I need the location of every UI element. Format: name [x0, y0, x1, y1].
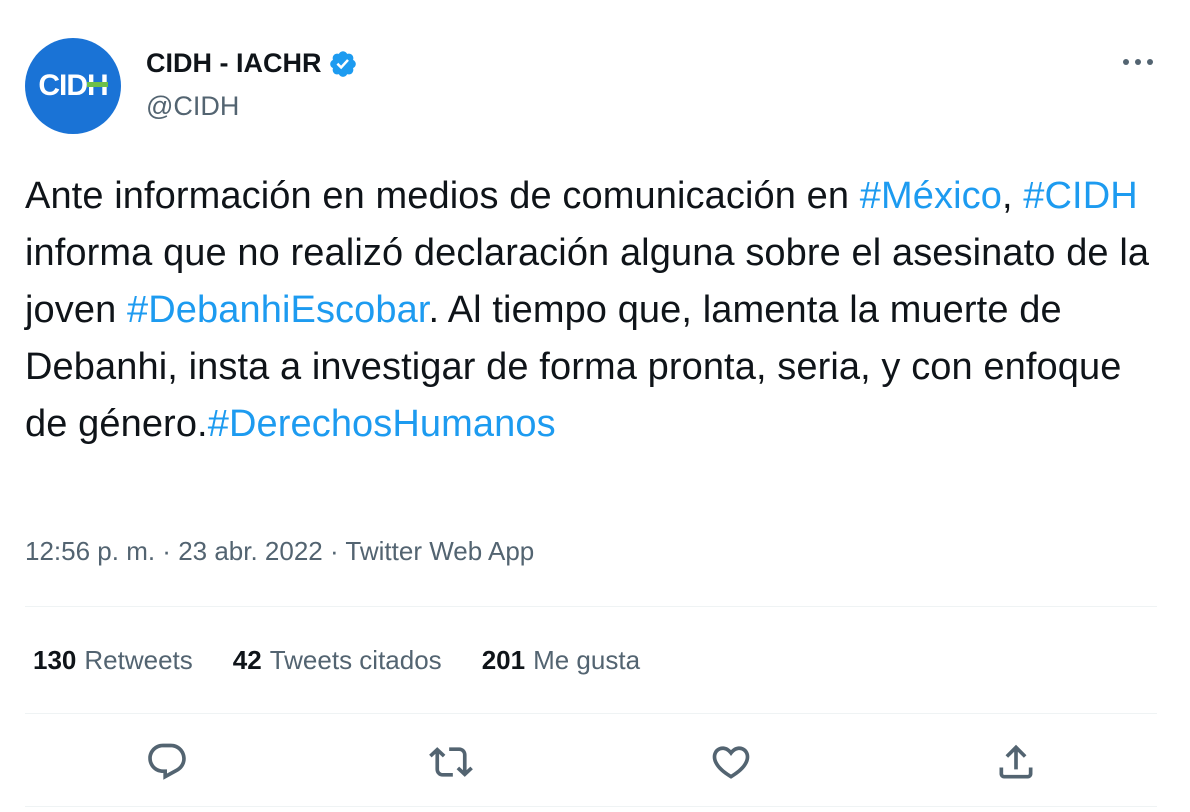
- hashtag-link[interactable]: #CIDH: [1023, 175, 1138, 217]
- retweets-count: 130: [33, 645, 77, 675]
- action-bar: [0, 740, 1190, 784]
- hashtag-link[interactable]: #México: [860, 175, 1002, 217]
- hashtag-link[interactable]: #DebanhiEscobar: [127, 289, 429, 331]
- quotes-count: 42: [232, 645, 262, 675]
- likes-label: Me gusta: [533, 645, 641, 675]
- more-dots-icon[interactable]: [1120, 50, 1156, 74]
- share-icon: [999, 744, 1033, 779]
- tweet-text-segment: Ante información en medios de comunicaci…: [25, 175, 860, 217]
- like-button[interactable]: [709, 740, 753, 784]
- heart-icon: [712, 746, 750, 779]
- avatar-logo: CIDH: [38, 69, 108, 103]
- tweet-date[interactable]: 23 abr. 2022: [178, 536, 323, 566]
- tweet-card: CIDH CIDH - IACHR @CIDH Ante información…: [0, 0, 1190, 812]
- tweet-text: Ante información en medios de comunicaci…: [25, 168, 1165, 453]
- divider: [25, 806, 1157, 807]
- reply-icon: [148, 743, 186, 780]
- divider: [25, 606, 1157, 607]
- hashtag-link[interactable]: #DerechosHumanos: [208, 403, 556, 445]
- handle[interactable]: @CIDH: [146, 91, 358, 122]
- avatar[interactable]: CIDH: [25, 38, 121, 134]
- likes-stat[interactable]: 201 Me gusta: [482, 645, 640, 676]
- reply-button[interactable]: [145, 740, 189, 784]
- author-info: CIDH - IACHR @CIDH: [146, 48, 358, 122]
- retweets-stat[interactable]: 130 Retweets: [33, 645, 193, 676]
- display-name[interactable]: CIDH - IACHR: [146, 48, 322, 79]
- retweets-label: Retweets: [84, 645, 193, 675]
- tweet-meta: 12:56 p. m. · 23 abr. 2022 · Twitter Web…: [25, 536, 535, 566]
- retweet-button[interactable]: [429, 740, 473, 784]
- likes-count: 201: [481, 645, 526, 675]
- tweet-source[interactable]: Twitter Web App: [345, 536, 534, 566]
- verified-badge-icon: [329, 50, 356, 77]
- share-button[interactable]: [994, 740, 1038, 784]
- tweet-time[interactable]: 12:56 p. m.: [25, 536, 155, 566]
- quotes-label: Tweets citados: [269, 645, 442, 675]
- divider: [25, 713, 1157, 714]
- tweet-stats: 130 Retweets 42 Tweets citados 201 Me gu…: [33, 645, 680, 676]
- retweet-icon: [429, 747, 473, 777]
- tweet-text-segment: ,: [1001, 175, 1024, 217]
- quotes-stat[interactable]: 42 Tweets citados: [233, 645, 442, 676]
